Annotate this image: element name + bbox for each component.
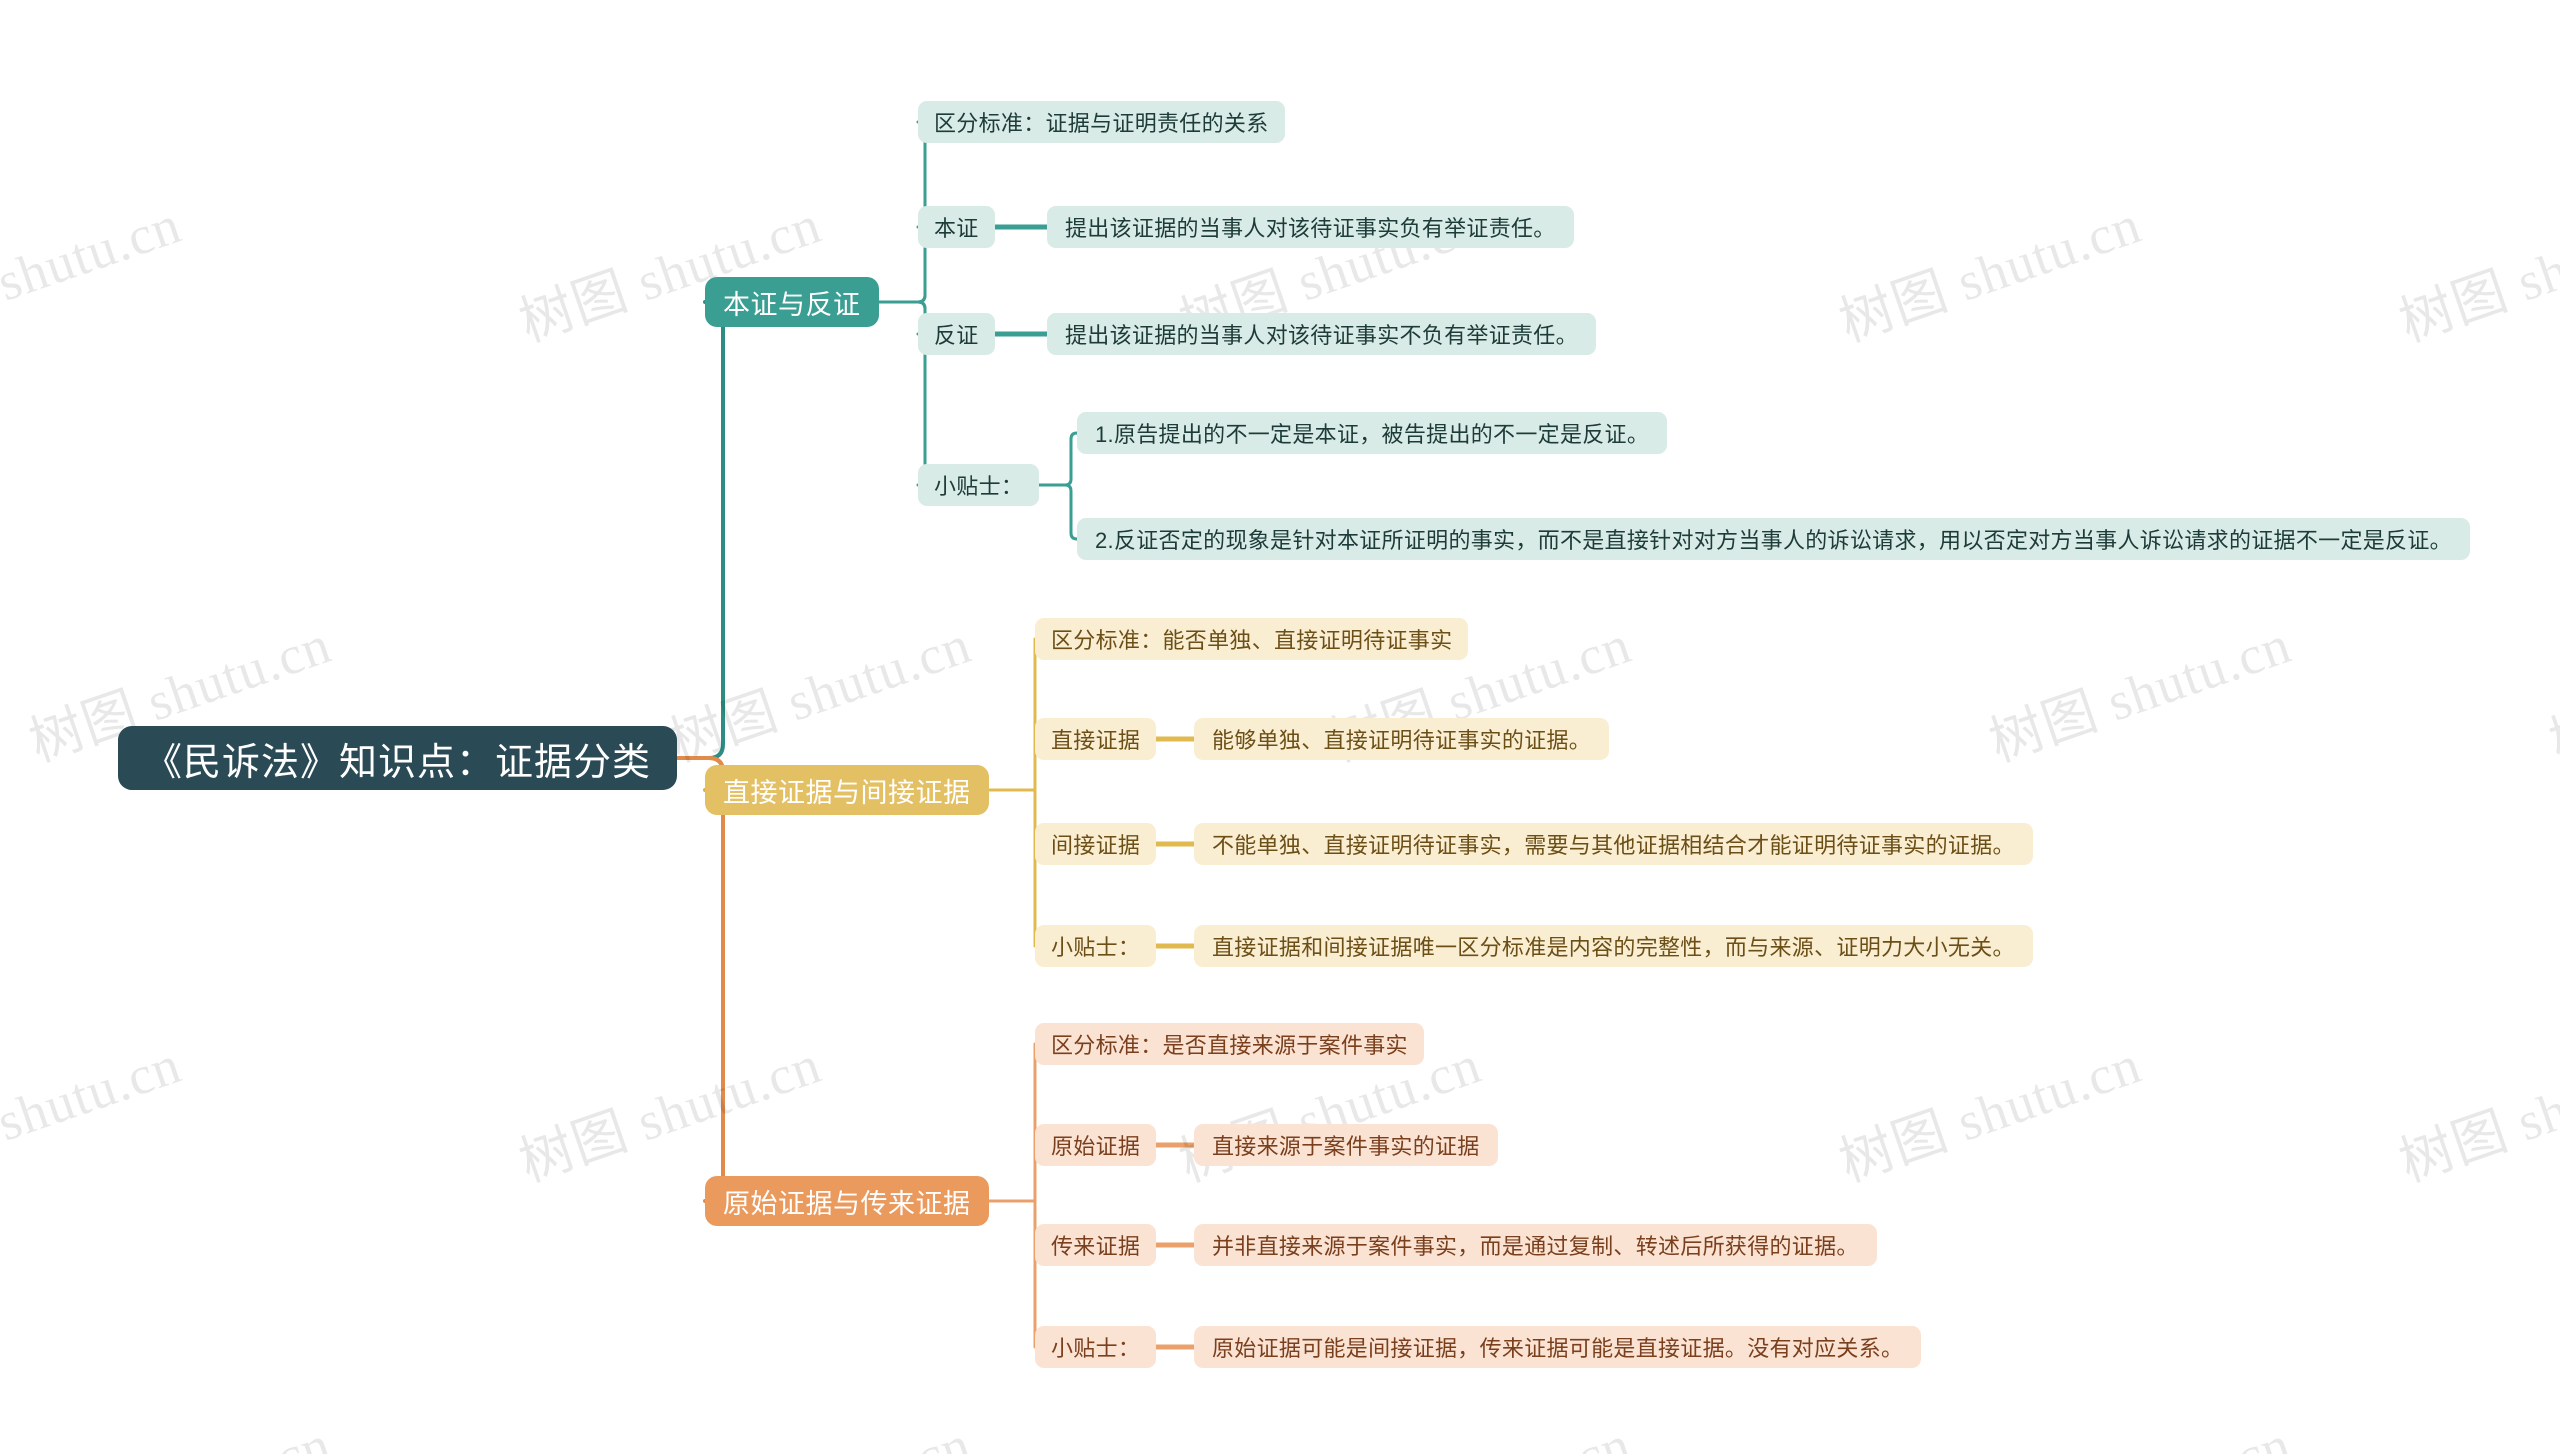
branch-node-1[interactable]: 本证与反证: [705, 277, 879, 327]
topic-node-1-2-label: 本证: [934, 216, 979, 241]
branch-node-1-label: 本证与反证: [723, 289, 861, 320]
topic-node-1-4[interactable]: 小贴士：: [918, 464, 1040, 506]
branch-node-3-label: 原始证据与传来证据: [723, 1188, 971, 1219]
topic-node-3-1-label: 区分标准：是否直接来源于案件事实: [1051, 1033, 1408, 1058]
detail-node-1-4-a[interactable]: 1.原告提出的不一定是本证，被告提出的不一定是反证。: [1077, 412, 1668, 454]
root-node-label: 《民诉法》知识点：证据分类: [144, 741, 652, 784]
topic-node-1-1[interactable]: 区分标准：证据与证明责任的关系: [918, 101, 1285, 143]
topic-node-1-3[interactable]: 反证: [918, 313, 995, 355]
topic-node-3-2[interactable]: 原始证据: [1035, 1124, 1157, 1166]
topic-node-2-1-label: 区分标准：能否单独、直接证明待证事实: [1051, 628, 1453, 653]
branch-node-3[interactable]: 原始证据与传来证据: [705, 1176, 989, 1226]
detail-node-3-3-label: 并非直接来源于案件事实，而是通过复制、转述后所获得的证据。: [1212, 1234, 1859, 1259]
topic-node-2-2-label: 直接证据: [1051, 728, 1141, 753]
branch-node-2-label: 直接证据与间接证据: [723, 777, 971, 808]
branch-node-2[interactable]: 直接证据与间接证据: [705, 765, 989, 815]
topic-node-1-4-label: 小贴士：: [934, 474, 1024, 499]
topic-node-2-4-label: 小贴士：: [1051, 935, 1141, 960]
topic-node-1-1-label: 区分标准：证据与证明责任的关系: [934, 111, 1269, 136]
mindmap-canvas: 《民诉法》知识点：证据分类 本证与反证 区分标准：证据与证明责任的关系 本证 提…: [0, 0, 2560, 1454]
detail-node-3-2-label: 直接来源于案件事实的证据: [1212, 1134, 1480, 1159]
detail-node-2-2[interactable]: 能够单独、直接证明待证事实的证据。: [1194, 718, 1610, 760]
topic-node-3-4-label: 小贴士：: [1051, 1336, 1141, 1361]
detail-node-1-2[interactable]: 提出该证据的当事人对该待证事实负有举证责任。: [1047, 206, 1574, 248]
topic-node-1-2[interactable]: 本证: [918, 206, 995, 248]
topic-node-1-3-label: 反证: [934, 323, 979, 348]
detail-node-3-4[interactable]: 原始证据可能是间接证据，传来证据可能是直接证据。没有对应关系。: [1194, 1326, 1922, 1368]
topic-node-3-4[interactable]: 小贴士：: [1035, 1326, 1157, 1368]
topic-node-3-2-label: 原始证据: [1051, 1134, 1141, 1159]
detail-node-1-3-label: 提出该证据的当事人对该待证事实不负有举证责任。: [1065, 323, 1578, 348]
detail-node-3-4-label: 原始证据可能是间接证据，传来证据可能是直接证据。没有对应关系。: [1212, 1336, 1904, 1361]
detail-node-3-2[interactable]: 直接来源于案件事实的证据: [1194, 1124, 1498, 1166]
detail-node-2-2-label: 能够单独、直接证明待证事实的证据。: [1212, 728, 1592, 753]
topic-node-3-1[interactable]: 区分标准：是否直接来源于案件事实: [1035, 1023, 1424, 1065]
topic-node-3-3-label: 传来证据: [1051, 1234, 1141, 1259]
detail-node-1-4-b[interactable]: 2.反证否定的现象是针对本证所证明的事实，而不是直接针对对方当事人的诉讼请求，用…: [1077, 518, 2470, 560]
detail-node-1-4-a-label: 1.原告提出的不一定是本证，被告提出的不一定是反证。: [1095, 422, 1650, 447]
detail-node-2-4-label: 直接证据和间接证据唯一区分标准是内容的完整性，而与来源、证明力大小无关。: [1212, 935, 2015, 960]
detail-node-1-2-label: 提出该证据的当事人对该待证事实负有举证责任。: [1065, 216, 1556, 241]
topic-node-2-3[interactable]: 间接证据: [1035, 823, 1157, 865]
topic-node-2-1[interactable]: 区分标准：能否单独、直接证明待证事实: [1035, 618, 1469, 660]
topic-node-3-3[interactable]: 传来证据: [1035, 1224, 1157, 1266]
detail-node-2-3-label: 不能单独、直接证明待证事实，需要与其他证据相结合才能证明待证事实的证据。: [1212, 833, 2015, 858]
root-node[interactable]: 《民诉法》知识点：证据分类: [118, 726, 678, 790]
detail-node-1-4-b-label: 2.反证否定的现象是针对本证所证明的事实，而不是直接针对对方当事人的诉讼请求，用…: [1095, 528, 2452, 553]
detail-node-2-4[interactable]: 直接证据和间接证据唯一区分标准是内容的完整性，而与来源、证明力大小无关。: [1194, 925, 2033, 967]
detail-node-3-3[interactable]: 并非直接来源于案件事实，而是通过复制、转述后所获得的证据。: [1194, 1224, 1877, 1266]
topic-node-2-4[interactable]: 小贴士：: [1035, 925, 1157, 967]
detail-node-2-3[interactable]: 不能单独、直接证明待证事实，需要与其他证据相结合才能证明待证事实的证据。: [1194, 823, 2033, 865]
topic-node-2-2[interactable]: 直接证据: [1035, 718, 1157, 760]
detail-node-1-3[interactable]: 提出该证据的当事人对该待证事实不负有举证责任。: [1047, 313, 1596, 355]
topic-node-2-3-label: 间接证据: [1051, 833, 1141, 858]
